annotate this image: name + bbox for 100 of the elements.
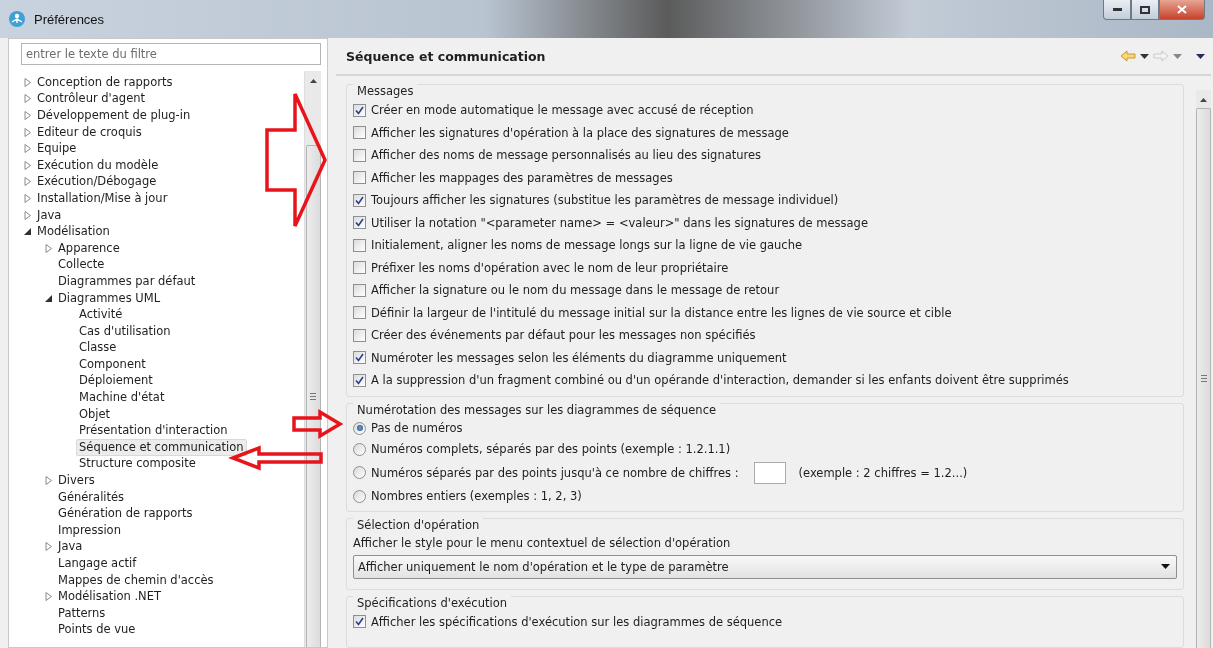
tree-item[interactable]: Points de vue <box>55 621 139 639</box>
collapsed-triangle-icon[interactable] <box>44 243 53 253</box>
style-dropdown[interactable]: Afficher uniquement le nom d'opération et le type de paramètre <box>353 554 1177 579</box>
checkbox[interactable] <box>353 351 366 365</box>
app-icon <box>8 10 26 28</box>
collapsed-triangle-icon[interactable] <box>23 210 32 220</box>
radio-label: Numéros complets, séparés par des points (exemple : 1.2.1.1) <box>371 442 731 456</box>
radio-label: Numéros séparés par des points jusqu'à ce nombre de chiffres : <box>371 465 739 480</box>
tree-item[interactable]: Component <box>76 355 149 373</box>
group-title: Messages <box>353 84 418 98</box>
tree-item[interactable]: Classe <box>76 339 120 357</box>
radio-button[interactable] <box>353 442 366 456</box>
tree-item[interactable]: Contrôleur d'agent <box>34 90 148 108</box>
tree-item[interactable]: Java <box>34 206 65 224</box>
collapsed-triangle-icon[interactable] <box>44 476 53 486</box>
scroll-up-icon[interactable] <box>309 79 317 83</box>
collapsed-triangle-icon[interactable] <box>23 177 32 187</box>
checkbox[interactable] <box>353 216 366 230</box>
collapsed-triangle-icon[interactable] <box>23 144 32 154</box>
close-button[interactable] <box>1159 0 1205 20</box>
tree-item[interactable]: Java <box>55 538 86 556</box>
checkbox-label: Afficher les spécifications d'exécution sur les diagrammes de séquence <box>371 614 783 629</box>
tree-item[interactable]: Développement de plug-in <box>34 107 194 124</box>
collapsed-triangle-icon[interactable] <box>23 127 32 137</box>
scroll-up-icon[interactable] <box>1200 98 1207 102</box>
page-title: Séquence et communication <box>346 48 546 64</box>
tree-item[interactable]: Présentation d'interaction <box>76 422 231 440</box>
tree-item[interactable]: Conception de rapports <box>34 73 176 91</box>
collapsed-triangle-icon[interactable] <box>23 94 32 104</box>
checkbox[interactable] <box>353 171 366 185</box>
expanded-triangle-icon[interactable] <box>23 227 32 237</box>
collapsed-triangle-icon[interactable] <box>44 592 53 602</box>
tree-item[interactable]: Machine d'état <box>76 389 168 407</box>
tree-item[interactable]: Exécution/Débogage <box>34 173 160 191</box>
tree-item[interactable]: Génération de rapports <box>55 505 196 523</box>
checkbox[interactable] <box>353 283 366 297</box>
tree-item[interactable]: Déploiement <box>76 372 156 390</box>
expanded-triangle-icon[interactable] <box>44 293 53 303</box>
checkbox[interactable] <box>353 373 366 387</box>
tree-item[interactable]: Objet <box>76 405 114 423</box>
radio-button[interactable] <box>353 421 366 435</box>
tree-item[interactable]: Impression <box>55 521 124 539</box>
tree-item[interactable]: Généralités <box>55 488 128 506</box>
caret-icon[interactable] <box>1140 53 1149 59</box>
checkbox[interactable] <box>353 193 366 207</box>
tree-item[interactable]: Diagrammes par défaut <box>55 272 199 290</box>
tree-item[interactable]: Patterns <box>55 604 109 622</box>
checkbox-label: Afficher les signatures d'opération à la place des signatures de message <box>371 125 789 140</box>
minimize-button[interactable] <box>1103 0 1131 20</box>
filter-field[interactable]: entrer le texte du filtre <box>21 43 321 65</box>
tree-item[interactable]: Modélisation .NET <box>55 588 164 606</box>
radio-label: Pas de numéros <box>371 421 463 435</box>
field-label: Afficher le style pour le menu contextuel de sélection d'opération <box>353 535 731 550</box>
maximize-button[interactable] <box>1131 0 1159 20</box>
example-text: (exemple : 2 chiffres = 1.2...) <box>798 465 968 480</box>
digits-field[interactable] <box>753 461 786 484</box>
caret-icon[interactable] <box>1196 53 1205 59</box>
tree-item[interactable]: Séquence et communication <box>76 438 247 456</box>
checkbox[interactable] <box>353 148 366 162</box>
tree-item[interactable]: Diagrammes UML <box>55 289 164 307</box>
scrollbar[interactable] <box>304 71 321 647</box>
checkbox[interactable] <box>353 126 366 140</box>
tree-item[interactable]: Structure composite <box>76 455 199 473</box>
checkbox-label: A la suppression d'un fragment combiné ou d'un opérande d'interaction, demander si les enfants doivent être supprimés <box>371 373 1069 388</box>
checkbox-label: Préfixer les noms d'opération avec le nom de leur propriétaire <box>371 260 729 275</box>
checkbox[interactable] <box>353 103 366 117</box>
minimize-icon <box>1112 8 1122 11</box>
tree-item[interactable]: Cas d'utilisation <box>76 322 174 340</box>
collapsed-triangle-icon[interactable] <box>23 111 32 120</box>
checkbox[interactable] <box>353 306 366 320</box>
grip-icon[interactable] <box>1200 375 1207 382</box>
tree-item[interactable]: Apparence <box>55 239 123 257</box>
tree-item[interactable]: Editeur de croquis <box>34 123 145 141</box>
tree-item[interactable]: Mappes de chemin d'accès <box>55 571 217 589</box>
tree-item[interactable]: Installation/Mise à jour <box>34 189 171 207</box>
tree-item[interactable]: Collecte <box>55 256 108 274</box>
checkbox-label: Afficher la signature ou le nom du message dans le message de retour <box>371 283 780 298</box>
caret-icon[interactable] <box>1161 564 1170 569</box>
tree-item[interactable]: Exécution du modèle <box>34 156 162 174</box>
scrollbar[interactable] <box>1196 90 1211 648</box>
checkbox-label: Définir la largeur de l'intitulé du message initial sur la distance entre les lignes de vie source et cible <box>371 305 952 320</box>
tree-item[interactable]: Langage actif <box>55 555 140 572</box>
collapsed-triangle-icon[interactable] <box>23 193 32 203</box>
tree-item[interactable]: Modélisation <box>34 223 113 241</box>
collapsed-triangle-icon[interactable] <box>23 77 32 87</box>
radio-button[interactable] <box>353 489 366 503</box>
tree-item[interactable]: Equipe <box>34 140 80 158</box>
checkbox[interactable] <box>353 328 366 342</box>
group-title: Spécifications d'exécution <box>353 595 511 610</box>
tree-item[interactable]: Divers <box>55 472 98 490</box>
check-icon <box>355 218 364 228</box>
tree-item[interactable]: Activité <box>76 306 126 324</box>
checkbox[interactable] <box>353 238 366 252</box>
collapsed-triangle-icon[interactable] <box>23 160 32 170</box>
radio-button[interactable] <box>353 466 366 479</box>
checkbox-label: Créer en mode automatique le message avec accusé de réception <box>371 103 754 118</box>
checkbox[interactable] <box>353 261 366 275</box>
collapsed-triangle-icon[interactable] <box>44 542 53 552</box>
checkbox[interactable] <box>353 615 366 629</box>
grip-icon[interactable] <box>310 393 316 400</box>
